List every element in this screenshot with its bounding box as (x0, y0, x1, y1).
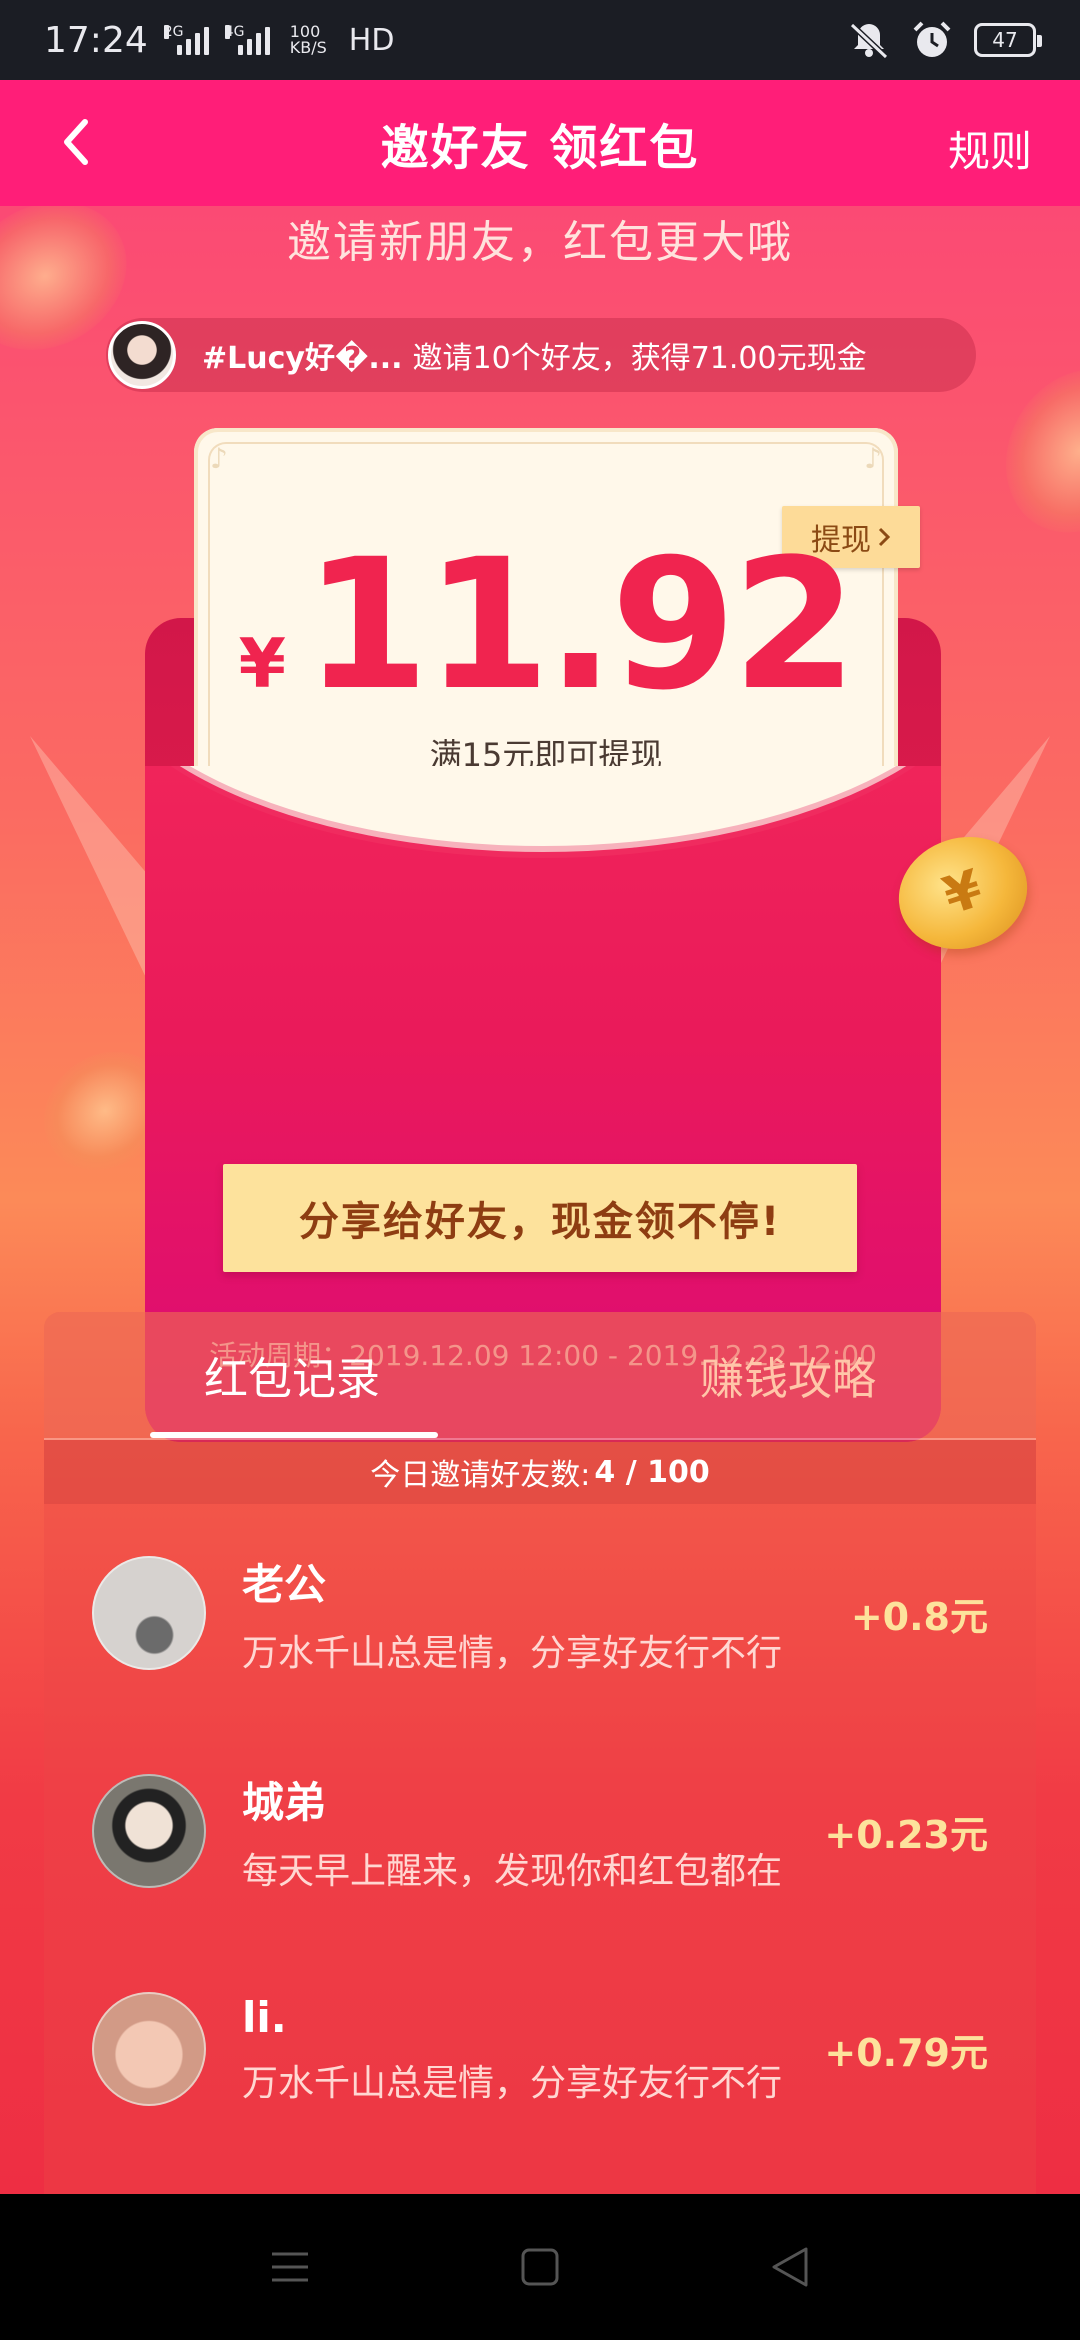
mute-vibrate-icon (849, 22, 889, 59)
currency-symbol: ¥ (238, 625, 286, 704)
record-amount: +0.79元 (824, 2030, 988, 2075)
daily-count-value: 4 / 100 (594, 1454, 710, 1490)
avatar (92, 1556, 206, 1670)
menu-icon (272, 2252, 308, 2282)
app-header: 邀好友 领红包 规则 (0, 80, 1080, 206)
battery-level: 47 (992, 28, 1018, 52)
records-tabs: 红包记录 赚钱攻略 (44, 1312, 1036, 1438)
back-nav-button[interactable] (760, 2237, 820, 2297)
list-item[interactable]: li. 万水千山总是情，分享好友行不行 +0.79元 (44, 1940, 1036, 2158)
daily-count-label: 今日邀请好友数: (370, 1458, 591, 1493)
avatar (108, 321, 176, 389)
battery-icon: 47 (974, 23, 1042, 57)
back-button[interactable] (50, 116, 102, 168)
hd-label: HD (348, 22, 395, 58)
rules-button[interactable]: 规则 (948, 118, 1032, 179)
share-button[interactable]: 分享给好友，现金领不停! (223, 1164, 857, 1272)
music-note-icon: ♪ (210, 442, 228, 475)
avatar (92, 1992, 206, 2106)
signal-icon: 2G (163, 24, 209, 55)
banner-user: #Lucy好�... (202, 341, 403, 376)
sim2-label: 4G (224, 24, 245, 40)
list-item[interactable]: 老公 万水千山总是情，分享好友行不行 +0.8元 (44, 1504, 1036, 1722)
chevron-left-icon (64, 119, 88, 165)
invite-banner: #Lucy好�... 邀请10个好友，获得71.00元现金 (106, 318, 976, 392)
net-speed: 100 KB/S (290, 24, 327, 56)
status-right: 47 (848, 20, 1042, 60)
records-panel: 红包记录 赚钱攻略 今日邀请好友数: 4 / 100 老公 万水千山总是情，分享… (44, 1312, 1036, 2194)
alarm-icon (913, 21, 951, 57)
balance-amount: 11.92 (303, 521, 857, 730)
list-item[interactable]: 城弟 每天早上醒来，发现你和红包都在 +0.23元 (44, 1722, 1036, 1940)
daily-invite-count: 今日邀请好友数: 4 / 100 (44, 1440, 1036, 1504)
tab-red-packet-records[interactable]: 红包记录 (44, 1312, 540, 1438)
signal-icon-2: 4G (224, 24, 270, 55)
banner-text: 邀请10个好友，获得71.00元现金 (412, 341, 867, 376)
record-amount: +0.23元 (824, 1812, 988, 1857)
tab-label: 赚钱攻略 (700, 1354, 876, 1405)
record-amount: +0.8元 (850, 1594, 988, 1639)
sim1-label: 2G (163, 24, 184, 40)
main-content: 邀请新朋友，红包更大哦 #Lucy好�... 邀请10个好友，获得71.00元现… (0, 206, 1080, 2194)
system-nav-bar (0, 2194, 1080, 2340)
tab-earning-guide[interactable]: 赚钱攻略 (540, 1312, 1036, 1438)
net-speed-unit: KB/S (289, 38, 327, 57)
page-title: 邀好友 领红包 (380, 120, 700, 176)
avatar (92, 1774, 206, 1888)
status-time: 17:24 (44, 19, 148, 61)
home-button[interactable] (510, 2237, 570, 2297)
home-square-icon (521, 2248, 559, 2286)
music-note-icon: ♪ (864, 442, 882, 475)
back-triangle-icon (772, 2247, 808, 2287)
status-left: 17:24 2G 4G 100 KB/S HD (44, 20, 394, 61)
amount-row: ¥ 11.92 (194, 536, 898, 716)
subtitle: 邀请新朋友，红包更大哦 (287, 217, 793, 268)
coin-symbol: ¥ (936, 858, 990, 928)
status-bar: 17:24 2G 4G 100 KB/S HD 47 (0, 0, 1080, 80)
tab-label: 红包记录 (204, 1354, 380, 1405)
menu-button[interactable] (260, 2237, 320, 2297)
